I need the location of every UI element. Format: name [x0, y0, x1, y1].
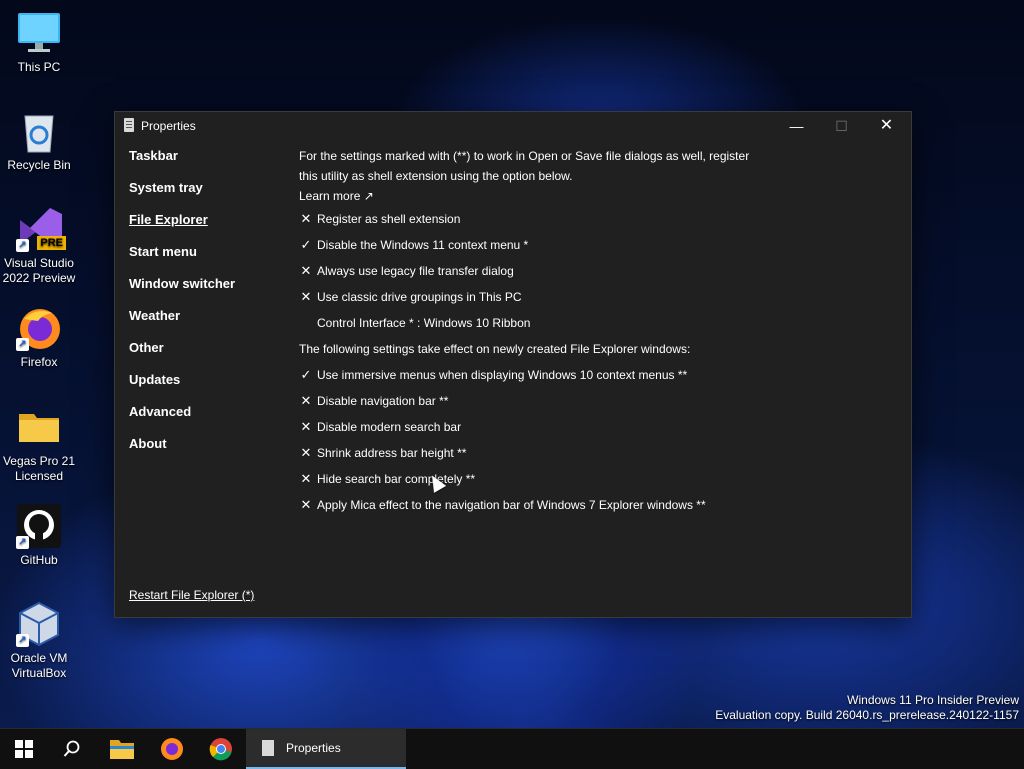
x-mark-icon: ✕	[300, 471, 312, 486]
option-disable-navigation-bar[interactable]: ✕ Disable navigation bar **	[299, 388, 859, 414]
restart-file-explorer-link[interactable]: Restart File Explorer (*)	[129, 588, 254, 602]
firefox-icon	[161, 738, 183, 760]
option-disable-win11-context-menu[interactable]: ✓ Disable the Windows 11 context menu *	[299, 232, 859, 258]
learn-more-link[interactable]: Learn more ↗	[299, 186, 859, 206]
option-label: Control Interface * : Windows 10 Ribbon	[317, 316, 531, 330]
monitor-icon	[16, 10, 62, 56]
x-mark-icon: ✕	[300, 289, 312, 304]
sidebar-item-start-menu[interactable]: Start menu	[129, 244, 235, 276]
desktop-icon-label: Firefox	[20, 355, 58, 369]
shortcut-arrow-icon: ↗	[16, 536, 29, 549]
windows-start-icon	[15, 740, 33, 758]
minimize-button[interactable]: —	[774, 112, 819, 140]
sidebar-item-taskbar[interactable]: Taskbar	[129, 148, 235, 180]
shortcut-arrow-icon: ↗	[16, 338, 29, 351]
option-register-shell-extension[interactable]: ✕ Register as shell extension	[299, 206, 859, 232]
sidebar-item-advanced[interactable]: Advanced	[129, 404, 235, 436]
app-icon	[124, 118, 134, 132]
firefox-icon: ↗	[16, 305, 62, 351]
windows-watermark: Windows 11 Pro Insider Preview Evaluatio…	[715, 693, 1019, 723]
option-label: Register as shell extension	[317, 212, 461, 226]
desktop-icon-vegas-pro[interactable]: Vegas Pro 21 Licensed	[0, 404, 78, 484]
visual-studio-icon: PRE ↗	[16, 206, 66, 252]
intro-text: For the settings marked with (**) to wor…	[299, 149, 750, 183]
option-label: Apply Mica effect to the navigation bar …	[317, 498, 706, 512]
desktop-icon-firefox[interactable]: ↗ Firefox	[0, 305, 78, 370]
option-apply-mica-effect[interactable]: ✕ Apply Mica effect to the navigation ba…	[299, 492, 859, 518]
option-label: Use classic drive groupings in This PC	[317, 290, 522, 304]
sidebar-item-about[interactable]: About	[129, 436, 235, 468]
check-mark-icon: ✓	[300, 237, 312, 252]
sidebar-item-file-explorer[interactable]: File Explorer	[129, 212, 235, 244]
virtualbox-icon: ↗	[16, 601, 62, 647]
taskbar-chrome[interactable]	[197, 729, 245, 769]
watermark-line: Evaluation copy. Build 26040.rs_prerelea…	[715, 708, 1019, 722]
option-classic-drive-groupings[interactable]: ✕ Use classic drive groupings in This PC	[299, 284, 859, 310]
desktop-icon-github[interactable]: ↗ GitHub	[0, 503, 78, 568]
properties-window: Properties — ☐ ✕ Taskbar System tray Fil…	[114, 111, 912, 618]
desktop-icon-label: Vegas Pro 21 Licensed	[2, 454, 76, 483]
window-title: Properties	[141, 119, 196, 133]
sidebar-nav: Taskbar System tray File Explorer Start …	[129, 148, 235, 468]
shortcut-arrow-icon: ↗	[16, 634, 29, 647]
taskbar-properties-window[interactable]: Properties	[246, 729, 406, 769]
start-button[interactable]	[0, 729, 48, 769]
option-label: Use immersive menus when displaying Wind…	[317, 368, 688, 382]
sidebar-item-weather[interactable]: Weather	[129, 308, 235, 340]
search-button[interactable]	[48, 729, 96, 769]
watermark-line: Windows 11 Pro Insider Preview	[847, 693, 1019, 707]
desktop-icon-this-pc[interactable]: This PC	[0, 10, 78, 75]
taskbar-file-explorer[interactable]	[98, 729, 146, 769]
x-mark-icon: ✕	[300, 497, 312, 512]
option-label: Disable navigation bar **	[317, 394, 449, 408]
option-shrink-address-bar[interactable]: ✕ Shrink address bar height **	[299, 440, 859, 466]
desktop-icon-recycle-bin[interactable]: Recycle Bin	[0, 108, 78, 173]
desktop-icon-label: Recycle Bin	[7, 158, 71, 172]
settings-content: For the settings marked with (**) to wor…	[299, 146, 859, 518]
app-icon	[262, 740, 274, 756]
folder-icon	[16, 404, 62, 450]
option-control-interface[interactable]: Control Interface * : Windows 10 Ribbon	[299, 310, 859, 336]
desktop-icon-label: This PC	[17, 60, 61, 74]
option-immersive-menus[interactable]: ✓ Use immersive menus when displaying Wi…	[299, 362, 859, 388]
option-legacy-file-transfer-dialog[interactable]: ✕ Always use legacy file transfer dialog	[299, 258, 859, 284]
github-icon: ↗	[16, 503, 62, 549]
x-mark-icon: ✕	[300, 393, 312, 408]
desktop: This PC Recycle Bin PRE ↗ Visual Studio …	[0, 0, 1024, 728]
chrome-icon	[209, 738, 232, 761]
option-hide-search-bar[interactable]: ✕ Hide search bar completely **	[299, 466, 859, 492]
desktop-icon-visual-studio[interactable]: PRE ↗ Visual Studio 2022 Preview	[0, 206, 78, 286]
x-mark-icon: ✕	[300, 419, 312, 434]
title-bar[interactable]: Properties — ☐ ✕	[115, 112, 911, 140]
x-mark-icon: ✕	[300, 445, 312, 460]
option-disable-modern-search-bar[interactable]: ✕ Disable modern search bar	[299, 414, 859, 440]
check-mark-icon: ✓	[300, 367, 312, 382]
taskbar-firefox[interactable]	[148, 729, 196, 769]
desktop-icon-label: GitHub	[20, 553, 58, 567]
x-mark-icon: ✕	[300, 211, 312, 226]
recycle-bin-icon	[16, 108, 62, 154]
desktop-icon-virtualbox[interactable]: ↗ Oracle VM VirtualBox	[0, 601, 78, 681]
pre-badge: PRE	[37, 236, 66, 250]
file-explorer-icon	[110, 740, 134, 759]
taskbar: Properties	[0, 728, 1024, 769]
option-label: Hide search bar completely **	[317, 472, 476, 486]
taskbar-item-label: Properties	[286, 741, 341, 755]
desktop-icon-label: Oracle VM VirtualBox	[10, 651, 68, 680]
option-label: Disable modern search bar	[317, 420, 462, 434]
x-mark-icon: ✕	[300, 263, 312, 278]
sidebar-item-other[interactable]: Other	[129, 340, 235, 372]
option-label: Disable the Windows 11 context menu *	[317, 238, 529, 252]
option-label: Always use legacy file transfer dialog	[317, 264, 514, 278]
maximize-button[interactable]: ☐	[819, 112, 864, 140]
option-label: Shrink address bar height **	[317, 446, 467, 460]
close-button[interactable]: ✕	[864, 112, 909, 140]
shortcut-arrow-icon: ↗	[16, 239, 29, 252]
sidebar-item-system-tray[interactable]: System tray	[129, 180, 235, 212]
search-icon	[63, 740, 80, 757]
desktop-icon-label: Visual Studio 2022 Preview	[2, 256, 76, 285]
section-note: The following settings take effect on ne…	[299, 342, 691, 356]
sidebar-item-window-switcher[interactable]: Window switcher	[129, 276, 235, 308]
sidebar-item-updates[interactable]: Updates	[129, 372, 235, 404]
